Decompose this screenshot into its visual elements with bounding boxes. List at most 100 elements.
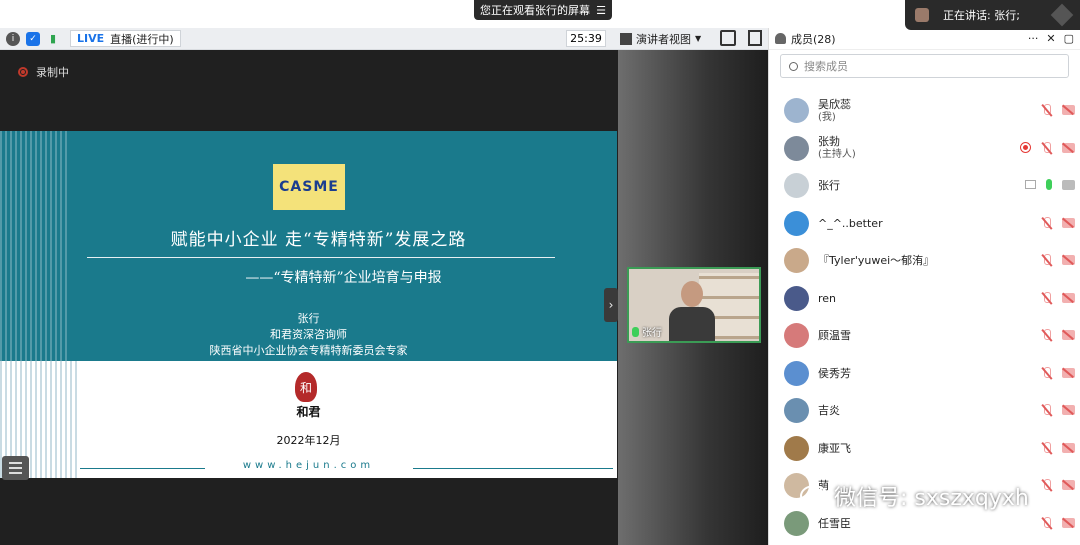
camera-off-icon[interactable] <box>1062 142 1075 153</box>
member-role: (我) <box>818 111 836 123</box>
member-name-text: 吴欣蕊 <box>818 97 851 111</box>
list-icon[interactable] <box>2 456 29 480</box>
close-icon[interactable]: ✕ <box>1046 32 1055 45</box>
slide-url: www.hejun.com <box>242 460 375 471</box>
member-status-icons <box>1041 216 1075 229</box>
info-icon[interactable]: i <box>6 31 20 46</box>
mic-off-icon[interactable] <box>1041 141 1052 154</box>
member-name: 吉炎 <box>818 404 840 417</box>
avatar <box>784 360 809 386</box>
speaking-text: 正在讲话: 张行; <box>943 9 1020 22</box>
chevron-right-icon[interactable]: › <box>604 288 618 322</box>
mic-off-icon[interactable] <box>1041 479 1052 491</box>
signal-icon[interactable]: ▮ <box>46 32 60 46</box>
expand-icon[interactable]: ▢ <box>1064 32 1074 45</box>
shield-icon[interactable]: ✓ <box>26 31 40 46</box>
member-role: (主持人) <box>818 149 856 161</box>
mic-off-icon[interactable] <box>1041 254 1052 266</box>
slide-date: 2022年12月 <box>276 434 341 447</box>
camera-off-icon[interactable] <box>1062 292 1075 303</box>
member-row[interactable]: 『Tyler'yuwei～郁洧』 <box>769 242 1080 280</box>
mic-off-icon[interactable] <box>1041 216 1052 229</box>
person-icon <box>775 33 786 44</box>
camera-off-icon[interactable] <box>1062 330 1075 340</box>
camera-off-icon[interactable] <box>1062 517 1075 528</box>
slide-presenter-block: 张行 和君资深咨询师 陕西省中小企业协会专精特新委员会专家 <box>0 311 617 359</box>
camera-off-icon[interactable] <box>1062 442 1075 453</box>
member-row[interactable]: ren <box>769 280 1080 318</box>
member-name-text: ^_^..better <box>818 216 883 230</box>
member-name: 康亚飞 <box>818 442 851 455</box>
view-mode-button[interactable]: 演讲者视图 ▼ <box>620 30 701 47</box>
more-icon[interactable]: ··· <box>1028 32 1039 45</box>
mic-off-icon[interactable] <box>1041 441 1052 454</box>
camera-off-icon[interactable] <box>1062 480 1075 490</box>
member-row[interactable]: 张行 <box>769 167 1080 205</box>
avatar <box>784 435 809 461</box>
member-name: 『Tyler'yuwei～郁洧』 <box>818 254 934 267</box>
camera-off-icon[interactable] <box>1062 217 1075 228</box>
avatar <box>784 210 809 236</box>
member-row[interactable]: 吉炎 <box>769 392 1080 430</box>
member-status-icons <box>1041 291 1075 304</box>
avatar <box>784 398 809 424</box>
speaker-video-tile[interactable]: 张行 <box>627 267 761 343</box>
mic-off-icon[interactable] <box>1041 404 1052 416</box>
member-list: 吴欣蕊 (我) 张勃 (主持人) 张行 ^_^..better 『Tyler'yuwei～郁… <box>769 92 1080 542</box>
layout-icon[interactable] <box>748 30 762 46</box>
mic-off-icon[interactable] <box>1041 366 1052 379</box>
mic-off-icon[interactable] <box>1041 291 1052 304</box>
live-status: 直播(进行中) <box>110 32 174 46</box>
member-status-icons <box>1041 329 1075 341</box>
camera-off-icon[interactable] <box>1062 255 1075 265</box>
member-row[interactable]: 吴欣蕊 (我) <box>769 92 1080 130</box>
member-row[interactable]: 顾温雪 <box>769 317 1080 355</box>
member-name: ren <box>818 292 836 305</box>
slide-title: 赋能中小企业 走“专精特新”发展之路 <box>170 230 467 250</box>
search-input[interactable] <box>804 59 1054 73</box>
member-status-icons <box>1041 404 1075 416</box>
mic-off-icon[interactable] <box>1041 516 1052 529</box>
wechat-watermark: 微信号: sxszxqyxh <box>800 480 1029 512</box>
member-status-icons <box>1041 441 1075 454</box>
member-name-text: 吉炎 <box>818 404 840 418</box>
recording-label: 录制中 <box>36 66 69 79</box>
member-status-icons <box>1041 516 1075 529</box>
presenter-role-2: 陕西省中小企业协会专精特新委员会专家 <box>209 344 408 357</box>
member-name-text: 『Tyler'yuwei～郁洧』 <box>818 254 935 268</box>
fullscreen-icon[interactable] <box>720 30 736 46</box>
mic-on-icon[interactable] <box>1046 179 1052 190</box>
menu-icon[interactable]: ☰ <box>596 4 606 17</box>
member-row[interactable]: 张勃 (主持人) <box>769 130 1080 168</box>
live-label: LIVE <box>77 32 105 45</box>
camera-on-icon[interactable] <box>1062 179 1075 190</box>
watching-banner[interactable]: 您正在观看张行的屏幕 ☰ <box>474 0 612 20</box>
recording-indicator: 录制中 <box>18 64 69 80</box>
camera-off-icon[interactable] <box>1062 105 1075 115</box>
member-status-icons <box>1020 141 1075 154</box>
live-badge[interactable]: LIVE 直播(进行中) <box>70 30 181 47</box>
camera-off-icon[interactable] <box>1062 367 1075 378</box>
record-icon <box>18 67 28 77</box>
chevron-down-icon: ▼ <box>695 34 702 43</box>
record-icon <box>1020 142 1031 153</box>
mic-off-icon[interactable] <box>1041 104 1052 116</box>
brand-name: 和君 <box>296 405 321 419</box>
members-header: 成员(28) ··· ✕ ▢ <box>769 28 1080 50</box>
slide-divider <box>87 257 555 258</box>
member-search[interactable] <box>780 54 1069 78</box>
member-status-icons <box>1041 366 1075 379</box>
camera-off-icon[interactable] <box>1062 405 1075 415</box>
avatar <box>784 98 809 124</box>
member-row[interactable]: 侯秀芳 <box>769 355 1080 393</box>
hejun-seal-logo: 和 <box>295 372 317 402</box>
slide-subtitle: ——“专精特新”企业培育与申报 <box>245 270 442 286</box>
presenter-name: 张行 <box>297 312 320 325</box>
member-row[interactable]: 康亚飞 <box>769 430 1080 468</box>
member-status-icons <box>1041 254 1075 266</box>
member-row[interactable]: ^_^..better <box>769 205 1080 243</box>
avatar <box>784 323 809 349</box>
meeting-timer: 25:39 <box>566 30 606 47</box>
members-title: 成员(28) <box>791 32 836 46</box>
mic-off-icon[interactable] <box>1041 329 1052 341</box>
